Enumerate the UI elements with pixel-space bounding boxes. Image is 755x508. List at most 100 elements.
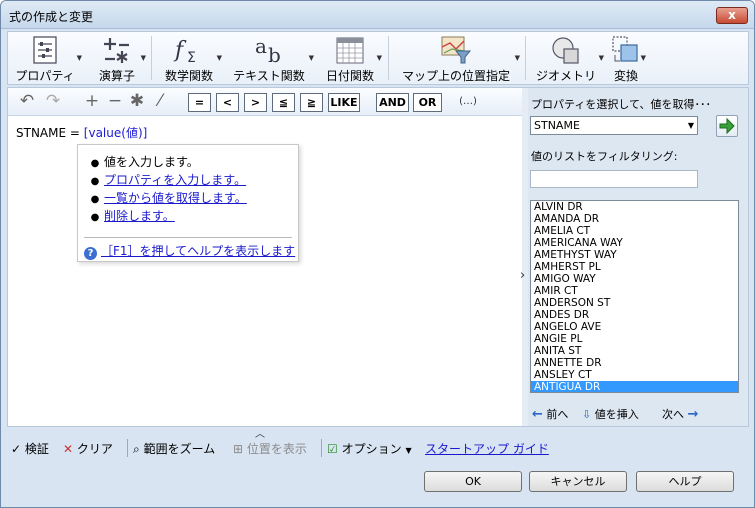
plus-icon[interactable]: + [81, 92, 103, 112]
filter-input[interactable] [530, 170, 698, 188]
value-list-item[interactable]: AMIGO WAY [531, 273, 738, 285]
undo-icon[interactable]: ↶ [16, 92, 38, 112]
value-list-item[interactable]: ANDES DR [531, 309, 738, 321]
transform-icon [612, 36, 638, 62]
prev-button[interactable]: ← 前へ [532, 406, 568, 422]
geometry-button[interactable]: ジオメトリ ▼ [528, 32, 604, 84]
help-link[interactable]: ? ［F1］を押してヘルプを表示します [84, 242, 295, 260]
startup-guide-label[interactable]: スタートアップ ガイド [425, 442, 549, 456]
property-dropdown[interactable]: STNAME ▼ [530, 116, 698, 135]
less-equal-operator-button[interactable]: ≦ [272, 93, 295, 112]
status-separator [127, 439, 128, 457]
divide-icon[interactable]: ⁄ [149, 92, 171, 112]
chevron-right-icon[interactable]: › [520, 268, 525, 283]
map-location-button[interactable]: マップ上の位置指定 ▼ [392, 32, 520, 84]
arrow-right-icon [719, 117, 735, 135]
clear-icon: ✕ [63, 442, 74, 456]
ribbon-toolbar: プロパティ ▼ 演算子 ▼ fΣ 数学関数 ▼ ab テキスト関数 ▼ 日付関数… [7, 31, 749, 85]
options-button[interactable]: ☑ オプション ▼ [327, 440, 412, 457]
hint-get-from-list-link[interactable]: 一覧から値を取得します。 [104, 191, 247, 205]
help-button[interactable]: ヘルプ [636, 471, 734, 492]
value-list-item[interactable]: ANSLEY CT [531, 369, 738, 381]
verify-button[interactable]: ✓ 検証 [11, 440, 49, 457]
redo-icon[interactable]: ↷ [42, 92, 64, 112]
value-list-item[interactable]: AMERICANA WAY [531, 237, 738, 249]
hint-item: ● 値を入力します。 [86, 153, 247, 171]
parentheses-button[interactable]: (…) [454, 92, 482, 112]
value-list-item[interactable]: AMIR CT [531, 285, 738, 297]
value-list-item[interactable]: ANNETTE DR [531, 357, 738, 369]
value-hint-popup: ● 値を入力します。 ● プロパティを入力します。 ● 一覧から値を取得します。 ● 削… [77, 144, 299, 262]
chevron-down-icon: ▼ [405, 446, 412, 455]
transform-label: 変換 [613, 69, 638, 83]
ok-button[interactable]: OK [424, 471, 522, 492]
operator-label: 演算子 [98, 69, 135, 83]
value-placeholder-token[interactable]: [value(値)] [84, 126, 148, 140]
value-list-item[interactable]: AMHERST PL [531, 261, 738, 273]
value-list[interactable]: ALVIN DR AMANDA DR AMELIA CT AMERICANA WAY A… [530, 200, 739, 393]
expression-dialog: 式の作成と変更 x プロパティ ▼ 演算子 ▼ fΣ 数学関数 ▼ ab テキス… [0, 0, 755, 508]
value-list-item[interactable]: ANGIE PL [531, 333, 738, 345]
next-label: 次へ [662, 408, 684, 421]
get-values-button[interactable] [716, 115, 738, 137]
prev-label: 前へ [546, 408, 569, 421]
greater-than-operator-button[interactable]: > [244, 93, 267, 112]
show-location-button[interactable]: ⊞ 位置を表示 [233, 440, 307, 457]
calendar-icon [336, 37, 364, 64]
zoom-extent-button[interactable]: ⌕ 範囲をズーム [133, 440, 215, 457]
checkbox-icon: ☑ [327, 442, 338, 456]
greater-equal-operator-button[interactable]: ≧ [300, 93, 323, 112]
and-operator-button[interactable]: AND [376, 93, 409, 112]
hint-item[interactable]: ● 削除します。 [86, 207, 247, 225]
minus-icon[interactable]: − [104, 92, 126, 112]
value-panel: プロパティを選択して、値を取得･･･ STNAME ▼ 値のリストをフィルタリン… [528, 88, 748, 426]
text-function-icon: ab [255, 35, 281, 65]
property-dropdown-value: STNAME [534, 119, 580, 132]
like-operator-button[interactable]: LIKE [328, 93, 360, 112]
insert-value-button[interactable]: ⇩ 値を挿入 [582, 406, 639, 422]
title-bar: 式の作成と変更 x [1, 1, 754, 29]
bullet-icon: ● [90, 158, 100, 169]
date-function-button[interactable]: 日付関数 ▼ [318, 32, 382, 84]
value-list-item[interactable]: ALVIN DR [531, 201, 738, 213]
hint-item[interactable]: ● 一覧から値を取得します。 [86, 189, 247, 207]
clear-label: クリア [76, 442, 113, 456]
zoom-label: 範囲をズーム [143, 442, 216, 456]
value-list-item[interactable]: ANTIGUA DR [531, 381, 738, 392]
operator-button[interactable]: 演算子 ▼ [88, 32, 146, 84]
date-function-label: 日付関数 [325, 69, 374, 83]
bullet-icon: ● [90, 212, 100, 223]
hint-delete-link[interactable]: 削除します。 [104, 209, 175, 223]
value-list-item[interactable]: AMANDA DR [531, 213, 738, 225]
less-than-operator-button[interactable]: < [216, 93, 239, 112]
equal-operator-button[interactable]: = [188, 93, 211, 112]
math-function-button[interactable]: fΣ 数学関数 ▼ [156, 32, 222, 84]
value-list-item[interactable]: ANDERSON ST [531, 297, 738, 309]
or-operator-button[interactable]: OR [413, 93, 442, 112]
verify-label: 検証 [24, 442, 49, 456]
hint-item[interactable]: ● プロパティを入力します。 [86, 171, 247, 189]
property-label: プロパティ [15, 69, 75, 83]
startup-guide-link[interactable]: スタートアップ ガイド [425, 440, 549, 457]
insert-value-icon: ⇩ [582, 408, 592, 421]
cancel-button[interactable]: キャンセル [529, 471, 627, 492]
check-icon: ✓ [11, 442, 22, 456]
property-button[interactable]: プロパティ ▼ [8, 32, 82, 84]
value-list-item[interactable]: AMELIA CT [531, 225, 738, 237]
multiply-icon[interactable]: ✱ [126, 92, 148, 112]
value-list-item[interactable]: ANGELO AVE [531, 321, 738, 333]
transform-button[interactable]: 変換 ▼ [606, 32, 646, 84]
value-list-item[interactable]: AMETHYST WAY [531, 249, 738, 261]
clear-button[interactable]: ✕ クリア [63, 440, 113, 457]
chevron-down-icon: ▼ [376, 54, 382, 62]
help-icon: ? [84, 247, 97, 260]
next-button[interactable]: 次へ → [662, 406, 698, 422]
expression-text[interactable]: STNAME = [value(値)] [16, 124, 147, 141]
value-list-item[interactable]: ANITA ST [531, 345, 738, 357]
close-button[interactable]: x [716, 7, 748, 24]
property-select-label: プロパティを選択して、値を取得･･･ [531, 98, 711, 111]
hint-enter-property-link[interactable]: プロパティを入力します。 [104, 173, 246, 187]
text-function-button[interactable]: ab テキスト関数 ▼ [224, 32, 314, 84]
help-link-text[interactable]: ［F1］を押してヘルプを表示します [101, 244, 295, 258]
status-toolbar: ✓ 検証 ✕ クリア ⌕ 範囲をズーム ⊞ 位置を表示 ☑ オプション ▼ スタ… [7, 437, 749, 459]
